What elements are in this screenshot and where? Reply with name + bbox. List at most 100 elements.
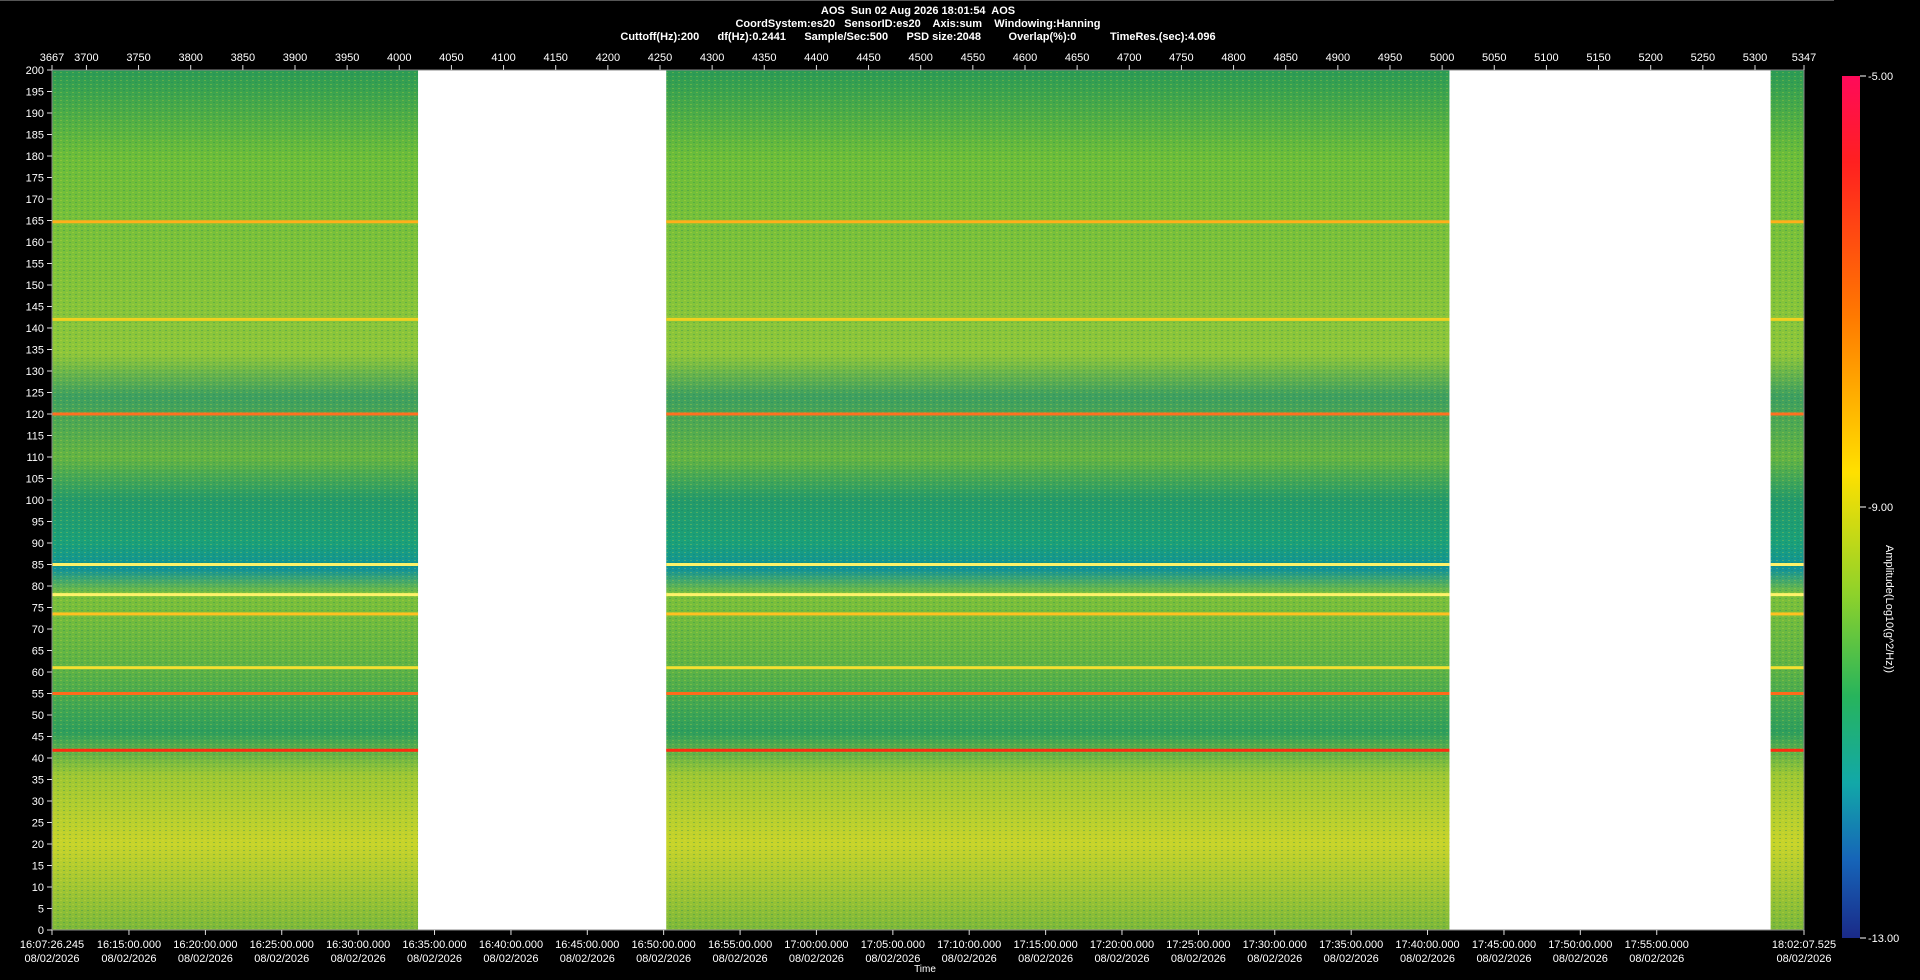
top-tick-label: 4450 [856, 52, 880, 64]
narrowband-line [1770, 593, 1804, 597]
narrowband-line [1770, 692, 1804, 695]
x-tick-label-time: 16:45:00.000 [555, 939, 619, 951]
top-tick-label: 4750 [1169, 52, 1193, 64]
narrowband-line [1770, 666, 1804, 670]
x-tick-label-date: 08/02/2026 [1247, 953, 1302, 965]
y-tick-label: 65 [32, 646, 44, 658]
y-tick-label: 145 [26, 302, 44, 314]
top-tick-label: 3850 [231, 52, 255, 64]
x-tick-label-date: 08/02/2026 [1324, 953, 1379, 965]
top-tick-label: 4700 [1117, 52, 1141, 64]
narrowband-line [666, 666, 1450, 670]
x-tick-label-time: 16:40:00.000 [479, 939, 543, 951]
top-tick-label: 3800 [178, 52, 202, 64]
y-tick-label: 40 [32, 753, 44, 765]
colorbar-tick-label: -9.00 [1868, 502, 1893, 514]
y-tick-label: 5 [38, 904, 44, 916]
top-tick-label: 4400 [804, 52, 828, 64]
narrowband-line [1770, 220, 1804, 224]
x-tick-label-date: 08/02/2026 [560, 953, 615, 965]
x-tick-label-date: 08/02/2026 [636, 953, 691, 965]
y-tick-label: 155 [26, 259, 44, 271]
top-tick-label: 4250 [648, 52, 672, 64]
top-tick-label: 3750 [126, 52, 150, 64]
y-tick-label: 60 [32, 667, 44, 679]
top-tick-label: 3900 [283, 52, 307, 64]
x-tick-label-date: 08/02/2026 [789, 953, 844, 965]
y-tick-label: 160 [26, 237, 44, 249]
y-tick-label: 15 [32, 861, 44, 873]
y-tick-label: 10 [32, 882, 44, 894]
x-tick-label-date: 08/02/2026 [483, 953, 538, 965]
narrowband-line [52, 593, 419, 597]
y-tick-label: 105 [26, 474, 44, 486]
y-tick-label: 170 [26, 194, 44, 206]
y-tick-label: 190 [26, 108, 44, 120]
x-tick-label-date: 08/02/2026 [24, 953, 79, 965]
narrowband-line [52, 666, 419, 670]
colorbar [1842, 76, 1860, 938]
x-tick-label-date: 08/02/2026 [1400, 953, 1455, 965]
top-tick-label: 5250 [1691, 52, 1715, 64]
x-tick-label-time: 17:35:00.000 [1319, 939, 1383, 951]
spectrogram-texture-1 [52, 70, 419, 930]
x-tick-label-time: 16:55:00.000 [708, 939, 772, 951]
y-tick-label: 150 [26, 280, 44, 292]
top-tick-label: 5100 [1534, 52, 1558, 64]
x-tick-label-time: 17:25:00.000 [1166, 939, 1230, 951]
y-tick-label: 95 [32, 517, 44, 529]
y-tick-label: 115 [26, 431, 44, 443]
narrowband-line [666, 612, 1450, 616]
narrowband-line [666, 317, 1450, 321]
narrowband-line [666, 220, 1450, 224]
colorbar-tick-label: -13.00 [1868, 933, 1899, 945]
top-tick-label: 4600 [1013, 52, 1037, 64]
top-tick-label: 4850 [1273, 52, 1297, 64]
narrowband-line [666, 412, 1450, 416]
y-tick-label: 50 [32, 710, 44, 722]
y-tick-label: 45 [32, 732, 44, 744]
top-tick-label: 5150 [1586, 52, 1610, 64]
narrowband-line [52, 220, 419, 224]
top-tick-label: 4800 [1221, 52, 1245, 64]
x-tick-label-date: 08/02/2026 [254, 953, 309, 965]
x-tick-label-time: 16:07:26.245 [20, 939, 84, 951]
x-tick-label-date: 08/02/2026 [1776, 953, 1831, 965]
y-tick-label: 195 [26, 87, 44, 99]
narrowband-line [1770, 748, 1804, 752]
x-tick-label-date: 08/02/2026 [178, 953, 233, 965]
x-tick-label-date: 08/02/2026 [101, 953, 156, 965]
x-tick-label-time: 17:20:00.000 [1090, 939, 1154, 951]
narrowband-line [666, 593, 1450, 597]
colorbar-tick-label: -5.00 [1868, 71, 1893, 83]
x-tick-label-time: 16:20:00.000 [173, 939, 237, 951]
x-tick-label-time: 16:50:00.000 [632, 939, 696, 951]
y-tick-label: 90 [32, 538, 44, 550]
colorbar-label: Amplitude(Log10(g^2/Hz)) [1883, 545, 1895, 674]
top-tick-label: 5200 [1638, 52, 1662, 64]
x-tick-label-time: 17:55:00.000 [1625, 939, 1689, 951]
x-tick-label-time: 16:35:00.000 [402, 939, 466, 951]
top-tick-label: 4200 [596, 52, 620, 64]
spectrogram-texture-2 [666, 70, 1450, 930]
top-tick-label: 5300 [1743, 52, 1767, 64]
y-tick-label: 120 [26, 409, 44, 421]
y-tick-label: 35 [32, 775, 44, 787]
top-tick-label: 4050 [439, 52, 463, 64]
top-tick-label: 3667 [40, 52, 64, 64]
x-tick-label-date: 08/02/2026 [1476, 953, 1531, 965]
top-tick-label: 5000 [1430, 52, 1454, 64]
y-tick-label: 185 [26, 130, 44, 142]
top-tick-label: 4300 [700, 52, 724, 64]
narrowband-line [666, 692, 1450, 695]
top-tick-label: 4550 [961, 52, 985, 64]
x-tick-label-time: 17:10:00.000 [937, 939, 1001, 951]
narrowband-line [52, 612, 419, 616]
y-tick-label: 140 [26, 323, 44, 335]
y-tick-label: 165 [26, 216, 44, 228]
top-tick-label: 5050 [1482, 52, 1506, 64]
x-tick-label-time: 18:02:07.525 [1772, 939, 1836, 951]
top-tick-label: 4150 [543, 52, 567, 64]
y-tick-label: 0 [38, 925, 44, 937]
x-tick-label-time: 17:30:00.000 [1243, 939, 1307, 951]
